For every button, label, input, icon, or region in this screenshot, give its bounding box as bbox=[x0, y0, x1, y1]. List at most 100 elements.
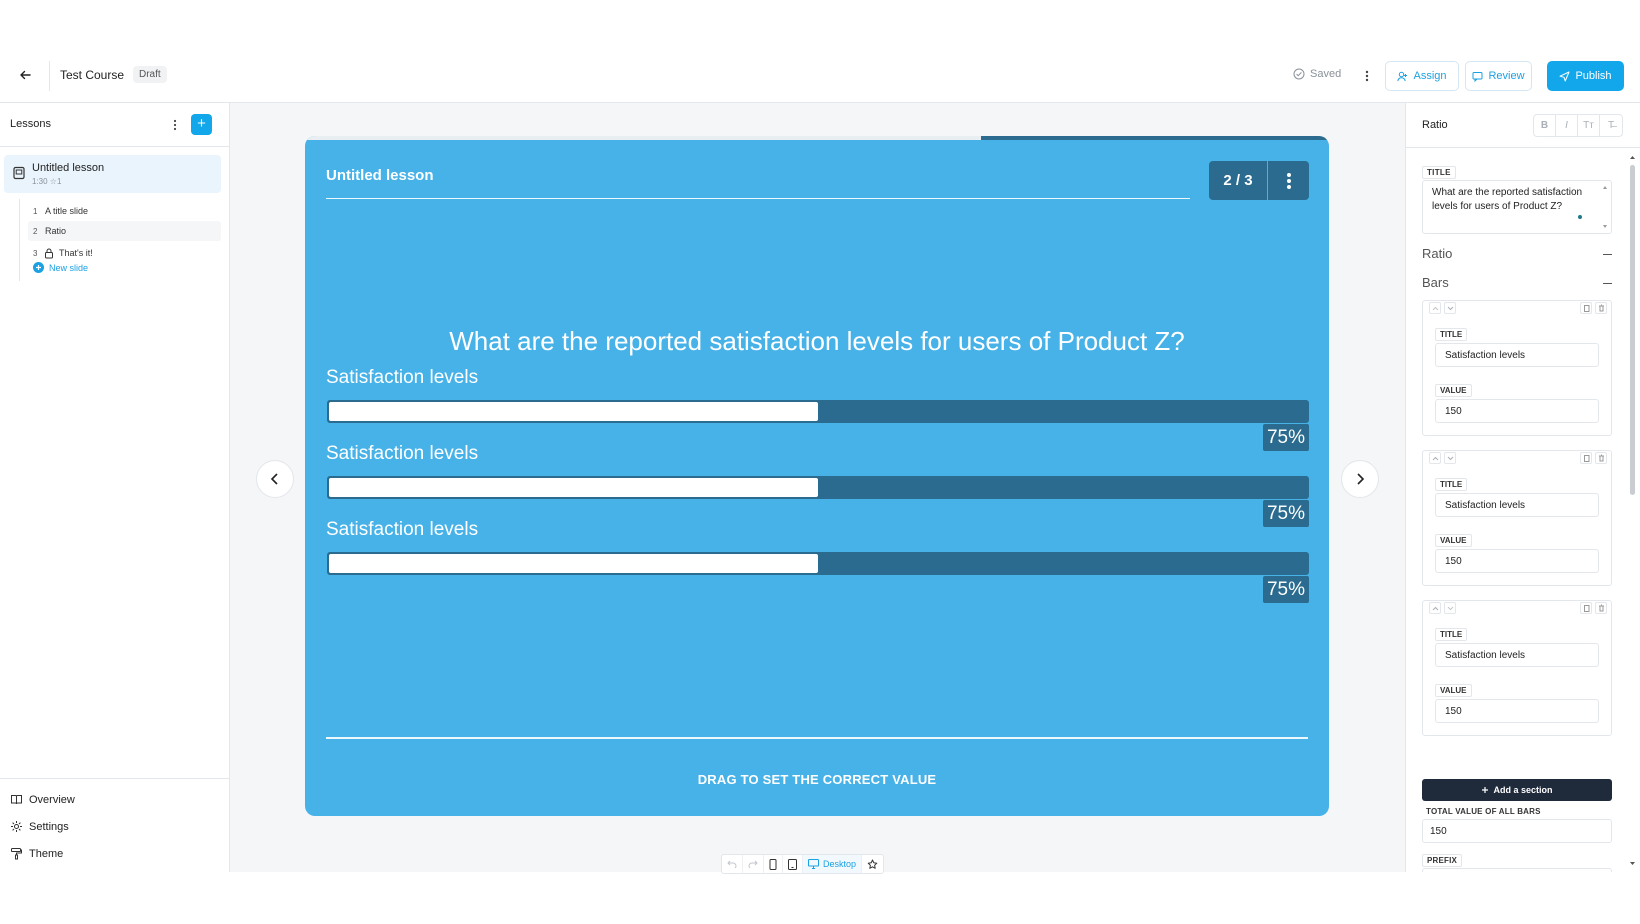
send-icon bbox=[1559, 71, 1570, 81]
properties-panel: Ratio B I Tт T̶ TITLE What are the repor… bbox=[1405, 103, 1640, 872]
slide-progress-fill bbox=[981, 136, 1329, 140]
redo-button[interactable] bbox=[743, 855, 764, 873]
bar-value-input[interactable]: 150 bbox=[1435, 399, 1599, 423]
add-section-button[interactable]: Add a section bbox=[1422, 779, 1612, 801]
slide-label: Ratio bbox=[45, 226, 67, 236]
desktop-view-button[interactable]: Desktop bbox=[803, 855, 863, 873]
course-title[interactable]: Test Course bbox=[60, 68, 124, 82]
prefix-label: PREFIX bbox=[1422, 854, 1463, 867]
vertical-dots-icon bbox=[1286, 172, 1291, 189]
scrollbar-thumb[interactable] bbox=[1630, 165, 1635, 495]
card-action-tools bbox=[1580, 302, 1607, 314]
previous-slide-button[interactable] bbox=[256, 460, 294, 498]
slide-item-3[interactable]: 3 That's it! bbox=[28, 243, 221, 263]
lesson-meta: 1:30 ☆1 bbox=[32, 177, 62, 186]
sidebar-title: Lessons bbox=[10, 118, 51, 130]
question-title-field[interactable]: What are the reported satisfaction level… bbox=[1422, 180, 1612, 234]
chevron-right-icon bbox=[1357, 473, 1365, 485]
sidebar-nav-settings[interactable]: Settings bbox=[10, 820, 69, 833]
bars-section-header[interactable]: Bars bbox=[1422, 275, 1612, 290]
clear-format-button[interactable]: T̶ bbox=[1600, 115, 1622, 136]
slide-item-2[interactable]: 2 Ratio bbox=[28, 221, 221, 241]
desktop-icon bbox=[808, 859, 819, 869]
bar-title-label: TITLE bbox=[1435, 628, 1468, 641]
prefix-input[interactable] bbox=[1422, 868, 1612, 872]
nav-label: Overview bbox=[29, 793, 75, 806]
move-down-button[interactable] bbox=[1444, 602, 1456, 614]
bar-editor-card: TITLE Satisfaction levels VALUE 150 bbox=[1422, 600, 1612, 736]
arrow-left-icon bbox=[20, 70, 31, 80]
bar-fill[interactable] bbox=[329, 402, 818, 421]
trash-icon bbox=[1598, 304, 1604, 312]
collapse-icon bbox=[1603, 254, 1612, 255]
bar-title-input[interactable]: Satisfaction levels bbox=[1435, 493, 1599, 517]
delete-button[interactable] bbox=[1595, 452, 1607, 464]
bar-title: Satisfaction levels bbox=[326, 443, 479, 464]
ratio-section-header[interactable]: Ratio bbox=[1422, 246, 1612, 261]
ratio-bar-slider[interactable] bbox=[327, 400, 1309, 423]
review-button[interactable]: Review bbox=[1465, 61, 1532, 91]
new-slide-label: New slide bbox=[49, 262, 89, 273]
delete-button[interactable] bbox=[1595, 302, 1607, 314]
bold-button[interactable]: B bbox=[1534, 115, 1556, 136]
app-window: Test Course Draft Saved Assign Review Pu… bbox=[0, 49, 1640, 874]
italic-button[interactable]: I bbox=[1556, 115, 1578, 136]
bar-fill[interactable] bbox=[329, 554, 818, 573]
move-up-button[interactable] bbox=[1429, 302, 1441, 314]
top-bar: Test Course Draft Saved Assign Review Pu… bbox=[0, 49, 1640, 103]
duplicate-button[interactable] bbox=[1580, 452, 1592, 464]
bars-section-label: Bars bbox=[1422, 275, 1449, 290]
delete-button[interactable] bbox=[1595, 602, 1607, 614]
bar-value-label: VALUE bbox=[1435, 534, 1472, 547]
text-size-button[interactable]: Tт bbox=[1578, 115, 1600, 136]
undo-button[interactable] bbox=[722, 855, 743, 873]
more-options-button[interactable] bbox=[1361, 65, 1373, 87]
footer-divider bbox=[326, 737, 1308, 739]
bar-value-input[interactable]: 150 bbox=[1435, 549, 1599, 573]
slide-canvas[interactable]: Untitled lesson 2 / 3 What are the repor… bbox=[305, 136, 1329, 816]
add-lesson-button[interactable]: + bbox=[191, 114, 212, 135]
total-value-input[interactable]: 150 bbox=[1422, 819, 1612, 843]
lesson-item[interactable]: Untitled lesson 1:30 ☆1 bbox=[4, 155, 221, 193]
user-add-icon bbox=[1397, 71, 1408, 81]
favorite-button[interactable] bbox=[862, 855, 883, 873]
bar-title-input[interactable]: Satisfaction levels bbox=[1435, 643, 1599, 667]
publish-button[interactable]: Publish bbox=[1547, 61, 1624, 91]
panel-scrollbar[interactable] bbox=[1629, 155, 1636, 868]
assign-label: Assign bbox=[1413, 70, 1447, 82]
next-slide-button[interactable] bbox=[1341, 460, 1379, 498]
move-down-button[interactable] bbox=[1444, 302, 1456, 314]
bar-fill[interactable] bbox=[329, 478, 818, 497]
mobile-view-button[interactable] bbox=[764, 855, 783, 873]
bar-value-label: VALUE bbox=[1435, 684, 1472, 697]
bar-title-input[interactable]: Satisfaction levels bbox=[1435, 343, 1599, 367]
new-slide-button[interactable]: New slide bbox=[33, 262, 88, 273]
tablet-view-button[interactable] bbox=[783, 855, 803, 873]
move-down-button[interactable] bbox=[1444, 452, 1456, 464]
move-up-button[interactable] bbox=[1429, 452, 1441, 464]
ratio-bar-slider[interactable] bbox=[327, 552, 1309, 575]
sidebar-nav-overview[interactable]: Overview bbox=[10, 793, 75, 806]
ratio-bar-slider[interactable] bbox=[327, 476, 1309, 499]
bar-value: 75% bbox=[1263, 500, 1309, 527]
duplicate-button[interactable] bbox=[1580, 602, 1592, 614]
assign-button[interactable]: Assign bbox=[1385, 61, 1459, 91]
move-up-button[interactable] bbox=[1429, 602, 1441, 614]
slide-item-1[interactable]: 1 A title slide bbox=[28, 201, 221, 221]
star-icon bbox=[867, 859, 878, 869]
scroll-down-icon bbox=[1630, 862, 1635, 865]
duplicate-button[interactable] bbox=[1580, 302, 1592, 314]
redo-icon bbox=[748, 860, 758, 868]
bar-value-label: VALUE bbox=[1435, 384, 1472, 397]
back-button[interactable] bbox=[14, 64, 36, 86]
lock-icon bbox=[45, 248, 53, 258]
undo-icon bbox=[727, 860, 737, 868]
ratio-section-label: Ratio bbox=[1422, 246, 1453, 261]
sidebar-more-button[interactable] bbox=[170, 115, 180, 135]
bar-value-input[interactable]: 150 bbox=[1435, 699, 1599, 723]
bar-title: Satisfaction levels bbox=[326, 367, 479, 388]
slide-menu-button[interactable] bbox=[1268, 161, 1309, 200]
status-badge: Draft bbox=[133, 66, 167, 83]
card-action-tools bbox=[1580, 602, 1607, 614]
sidebar-nav-theme[interactable]: Theme bbox=[10, 847, 63, 860]
